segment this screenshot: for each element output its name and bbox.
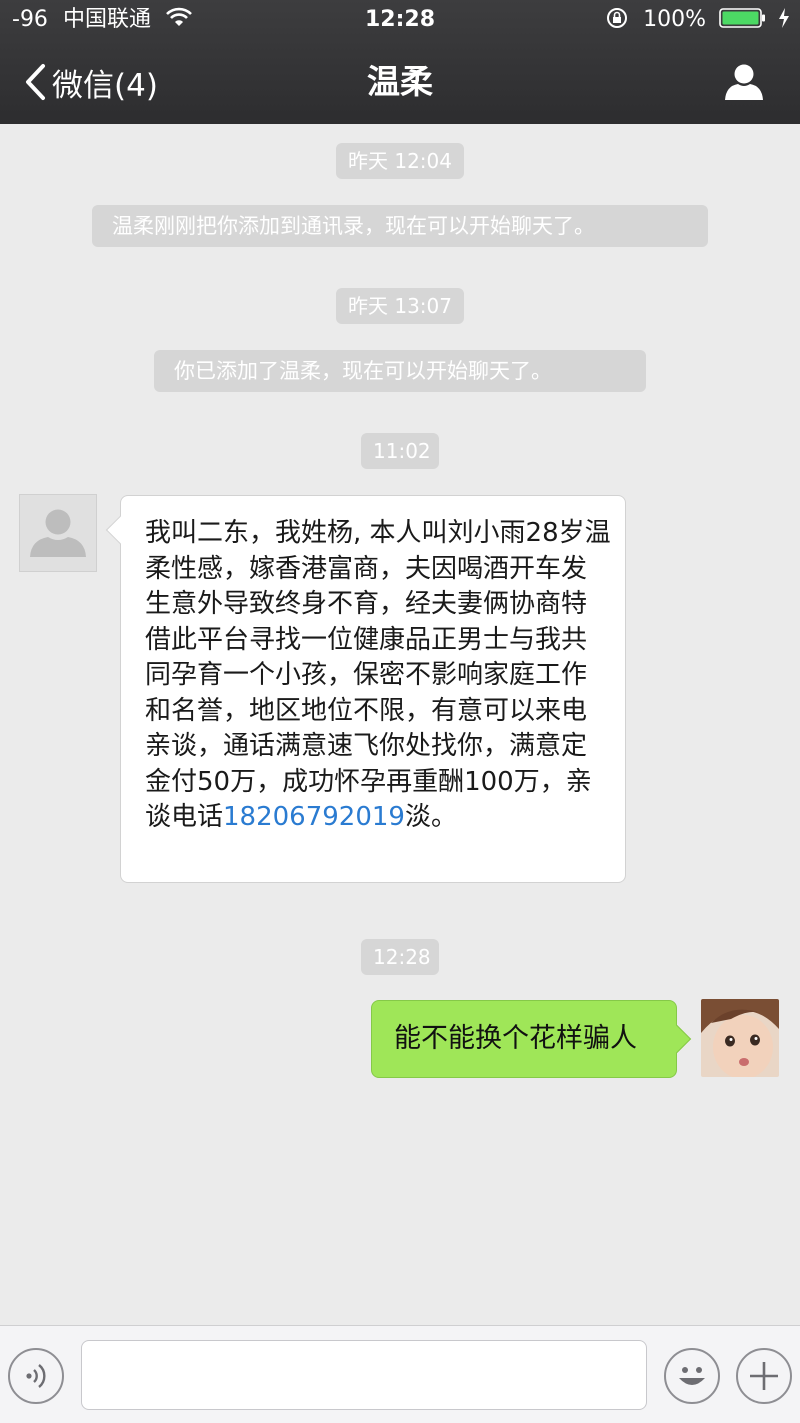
default-avatar-icon xyxy=(30,509,86,557)
plus-icon xyxy=(750,1362,778,1390)
incoming-message-bubble[interactable]: 我叫二东，我姓杨, 本人叫刘小雨28岁温柔性感，嫁香港富商，夫因喝酒开车发生意外… xyxy=(105,495,626,883)
outgoing-message-bubble[interactable]: 能不能换个花样骗人 xyxy=(371,1000,692,1078)
timestamp: 12:28 xyxy=(361,939,439,975)
top-bar: -96 中国联通 12:28 100% 微信(4) 温柔 xyxy=(0,0,800,124)
contact-avatar[interactable] xyxy=(19,494,97,572)
status-bar: -96 中国联通 12:28 100% xyxy=(0,0,800,40)
my-avatar-image xyxy=(701,999,779,1077)
emoji-icon xyxy=(679,1367,705,1385)
voice-button[interactable] xyxy=(8,1348,64,1404)
more-button[interactable] xyxy=(736,1348,792,1404)
rotation-lock-icon xyxy=(607,8,628,28)
timestamp: 11:02 xyxy=(361,433,439,469)
battery-icon xyxy=(719,8,765,28)
incoming-message-text: 我叫二东，我姓杨, 本人叫刘小雨28岁温柔性感，嫁香港富商，夫因喝酒开车发生意外… xyxy=(145,518,611,832)
profile-icon[interactable] xyxy=(722,60,766,104)
voice-icon xyxy=(26,1364,46,1388)
bubble-tail xyxy=(662,1024,692,1054)
my-avatar[interactable] xyxy=(701,999,779,1077)
phone-number-link[interactable]: 18206792019 xyxy=(223,802,405,832)
chat-title: 温柔 xyxy=(367,62,433,101)
battery-percent: 100% xyxy=(643,7,706,32)
timestamp: 昨天 12:04 xyxy=(336,143,464,179)
system-message: 温柔刚刚把你添加到通讯录，现在可以开始聊天了。 xyxy=(92,205,708,247)
system-message: 你已添加了温柔，现在可以开始聊天了。 xyxy=(154,350,646,392)
nav-bar: 微信(4) 温柔 xyxy=(0,40,800,124)
status-right: 100% xyxy=(606,0,790,40)
incoming-message-suffix: 淡。 xyxy=(404,802,457,832)
message-input[interactable] xyxy=(81,1340,647,1410)
timestamp: 昨天 13:07 xyxy=(336,288,464,324)
emoji-button[interactable] xyxy=(664,1348,720,1404)
bubble-tail xyxy=(105,515,135,545)
outgoing-message-text: 能不能换个花样骗人 xyxy=(394,1023,637,1054)
charging-icon xyxy=(779,8,789,28)
input-bar xyxy=(0,1325,800,1423)
